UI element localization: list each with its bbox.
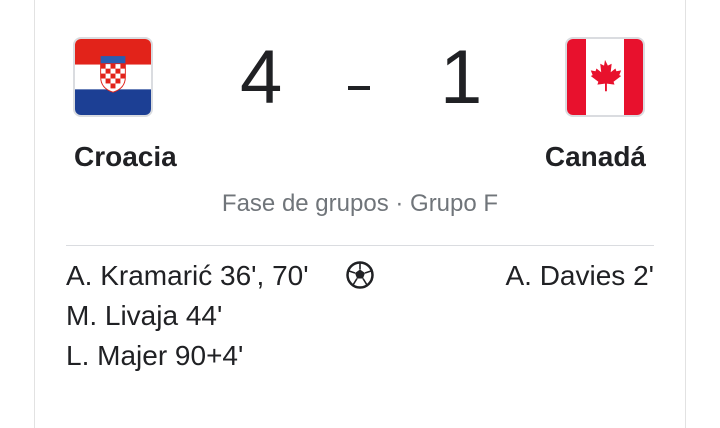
scorer-item: A. Davies 2' (505, 260, 654, 291)
scorer-item: M. Livaja 44' (66, 300, 223, 331)
away-scorers-list: A. Davies 2' (505, 258, 654, 298)
match-stage: Fase de grupos · Grupo F (221, 190, 499, 217)
away-team-name[interactable]: Canadá (545, 140, 646, 174)
canada-flag-icon[interactable] (565, 37, 645, 117)
home-team-name[interactable]: Croacia (74, 140, 177, 174)
scorer-item: L. Majer 90+4' (66, 340, 244, 371)
scorer-item: A. Kramarić 36', 70' (66, 260, 309, 291)
home-score: 4 (240, 35, 283, 120)
away-score: 1 (440, 35, 483, 120)
divider (66, 245, 654, 246)
croatia-flag-icon[interactable] (73, 37, 153, 117)
home-scorers-list: A. Kramarić 36', 70' M. Livaja 44' L. Ma… (66, 258, 316, 378)
score-separator (348, 86, 370, 90)
soccer-ball-icon (346, 261, 374, 289)
